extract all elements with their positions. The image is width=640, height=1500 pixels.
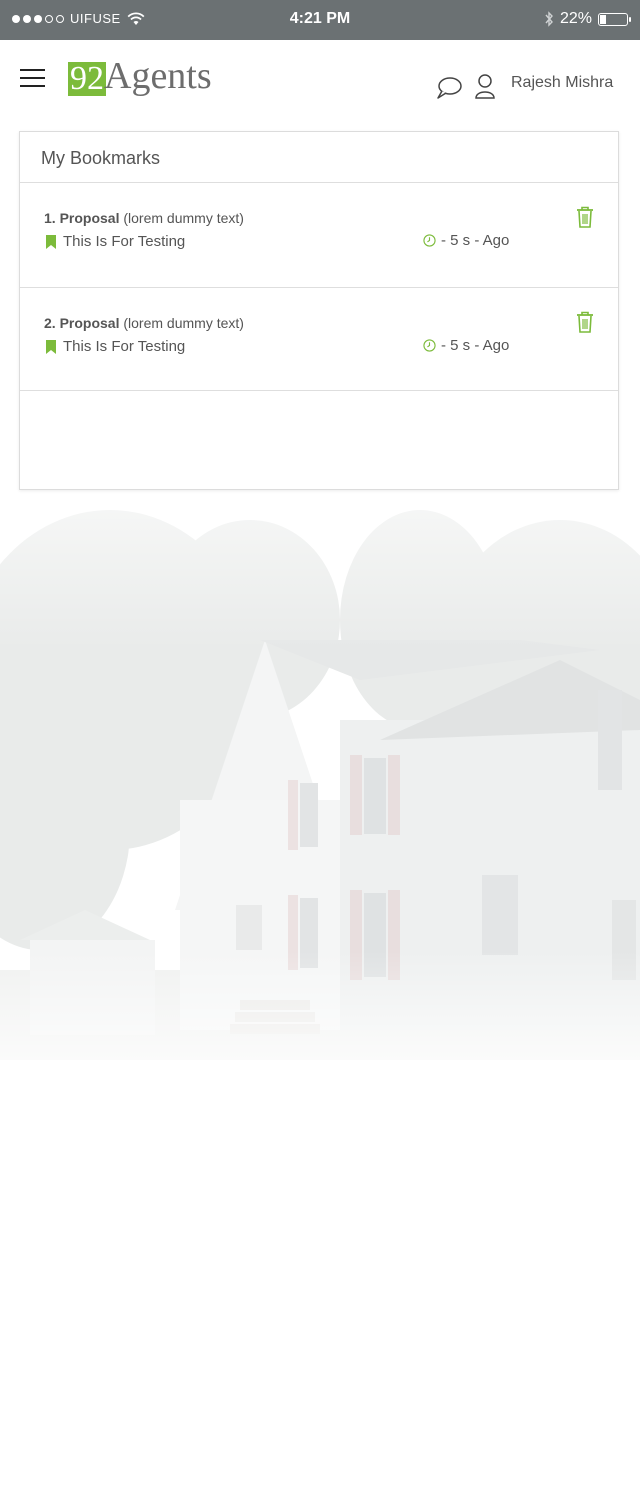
status-right: 22%	[544, 10, 631, 28]
bookmark-title: Proposal	[59, 315, 120, 331]
bluetooth-icon	[545, 11, 553, 27]
logo-number: 92	[68, 60, 106, 97]
bookmark-time: - 5 s - Ago	[423, 337, 509, 354]
bookmark-title: Proposal	[59, 210, 120, 226]
battery-icon	[598, 12, 631, 26]
wifi-icon	[127, 12, 145, 25]
trash-icon[interactable]	[576, 311, 594, 333]
clock-icon	[423, 339, 436, 352]
signal-strength-icon	[12, 14, 64, 23]
background-fade	[0, 500, 640, 1100]
hamburger-menu-icon[interactable]	[20, 69, 45, 87]
bookmark-heading: 1. Proposal (lorem dummy text)	[44, 210, 244, 226]
bookmark-subtitle-row: This Is For Testing	[46, 338, 185, 355]
bookmark-time-text: - 5 s - Ago	[441, 232, 510, 249]
logo[interactable]: 92 Agents	[68, 55, 212, 97]
battery-percent: 22%	[559, 10, 592, 27]
bookmark-number: 1.	[44, 210, 56, 226]
status-bar: UIFUSE 4:21 PM 22%	[0, 0, 640, 40]
carrier-name: UIFUSE	[70, 11, 121, 26]
bookmark-detail: (lorem dummy text)	[123, 315, 244, 331]
app-header: 92 Agents Rajesh Mishra	[0, 40, 640, 130]
bookmark-icon	[46, 339, 56, 354]
bookmark-time: - 5 s - Ago	[423, 232, 509, 249]
bookmark-item[interactable]: 1. Proposal (lorem dummy text) This Is F…	[20, 183, 618, 288]
status-left: UIFUSE	[12, 11, 145, 26]
bookmark-subtitle: This Is For Testing	[63, 338, 186, 355]
chat-icon[interactable]	[436, 76, 462, 100]
trash-icon[interactable]	[576, 206, 594, 228]
bookmark-icon	[46, 234, 56, 249]
bookmark-subtitle: This Is For Testing	[63, 233, 186, 250]
bookmark-time-text: - 5 s - Ago	[441, 337, 510, 354]
bookmark-item[interactable]: 2. Proposal (lorem dummy text) This Is F…	[20, 288, 618, 391]
bookmark-number: 2.	[44, 315, 56, 331]
bookmarks-card: My Bookmarks 1. Proposal (lorem dummy te…	[19, 131, 619, 490]
user-name[interactable]: Rajesh Mishra	[511, 74, 613, 92]
logo-word: Agents	[104, 55, 212, 97]
clock-icon	[423, 234, 436, 247]
bookmark-subtitle-row: This Is For Testing	[46, 233, 185, 250]
card-title: My Bookmarks	[20, 132, 618, 183]
bookmark-heading: 2. Proposal (lorem dummy text)	[44, 315, 244, 331]
bookmark-detail: (lorem dummy text)	[123, 210, 244, 226]
user-icon[interactable]	[474, 73, 496, 99]
